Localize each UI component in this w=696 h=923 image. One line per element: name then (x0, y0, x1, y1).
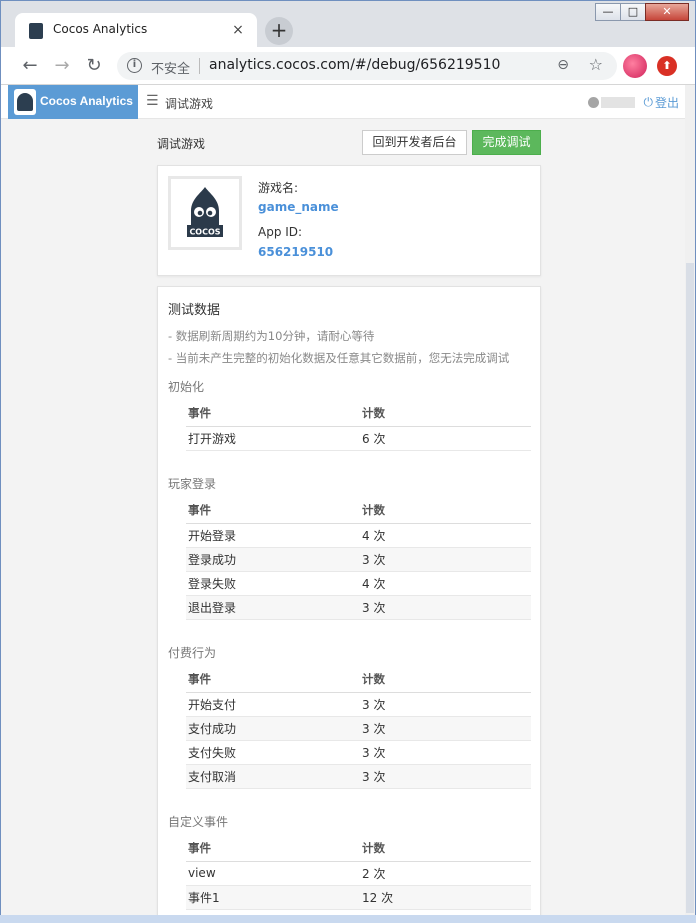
user-area: ⏻ 登出 (588, 94, 679, 111)
extension-icon[interactable]: ⬆ (657, 56, 677, 76)
new-tab-button[interactable]: + (265, 17, 293, 45)
window-controls: — □ ✕ (595, 3, 689, 21)
table-login: 事件 计数 开始登录 4 次 登录成功 3 次 登录失败 4 次 退出登录 3 次 (186, 497, 531, 620)
table-payment: 事件 计数 开始支付 3 次 支付成功 3 次 支付失败 3 次 支付取消 3 次 (186, 666, 531, 789)
requirement-note: - 当前未产生完整的初始化数据及任意其它数据前，您无法完成调试 (168, 351, 510, 365)
profile-avatar[interactable] (623, 54, 647, 78)
tab-strip: Cocos Analytics × + — □ ✕ (1, 1, 695, 47)
table-row: 打开游戏 6 次 (186, 426, 531, 451)
cocos-favicon-icon (29, 23, 43, 39)
cocos-logo-icon (14, 89, 36, 115)
group-title-payment: 付费行为 (168, 646, 217, 660)
col-count: 计数 (360, 666, 531, 693)
menu-icon[interactable]: ☰ (146, 93, 159, 109)
app-id-label: App ID: (258, 225, 303, 239)
col-event: 事件 (186, 400, 360, 427)
back-arrow-icon[interactable]: ← (19, 55, 41, 77)
table-row: 支付成功 3 次 (186, 716, 531, 741)
address-bar[interactable]: i 不安全 analytics.cocos.com/#/debug/656219… (117, 52, 617, 80)
forward-arrow-icon[interactable]: → (51, 55, 73, 77)
app-header: Cocos Analytics ☰ 调试游戏 ⏻ 登出 (1, 85, 685, 119)
logout-link[interactable]: 登出 (655, 94, 679, 111)
zoom-icon[interactable]: ⊖ (557, 57, 569, 73)
brand-logo-block[interactable]: Cocos Analytics (8, 85, 138, 119)
url-text[interactable]: analytics.cocos.com/#/debug/656219510 (209, 57, 500, 73)
brand-name: Cocos Analytics (40, 94, 133, 108)
page-title: 调试游戏 (157, 137, 206, 151)
page-scrollbar[interactable] (685, 85, 695, 915)
table-row: 开始支付 3 次 (186, 692, 531, 717)
maximize-button[interactable]: □ (620, 3, 646, 21)
col-event: 事件 (186, 666, 360, 693)
back-to-dashboard-button[interactable]: 回到开发者后台 (362, 130, 467, 155)
col-count: 计数 (360, 400, 531, 427)
table-row: 开始登录 4 次 (186, 523, 531, 548)
app-id-value: 656219510 (258, 245, 334, 259)
col-count: 计数 (360, 835, 531, 862)
game-icon: COCOS (168, 176, 242, 250)
table-row: view 2 次 (186, 861, 531, 886)
tab-title: Cocos Analytics (53, 22, 148, 36)
table-row: 支付取消 3 次 (186, 764, 531, 789)
window-bottom-border (0, 915, 696, 923)
username-redacted (601, 97, 636, 108)
scrollbar-thumb[interactable] (686, 263, 694, 913)
close-window-button[interactable]: ✕ (645, 3, 689, 21)
group-title-login: 玩家登录 (168, 477, 217, 491)
table-custom: 事件 计数 view 2 次 事件1 12 次 (186, 835, 531, 910)
table-row: 退出登录 3 次 (186, 595, 531, 620)
group-title-init: 初始化 (168, 380, 205, 394)
close-tab-icon[interactable]: × (229, 21, 247, 39)
game-name-label: 游戏名: (258, 181, 299, 195)
table-row: 登录失败 4 次 (186, 571, 531, 596)
omnibox-divider (199, 58, 200, 74)
table-row: 登录成功 3 次 (186, 547, 531, 572)
minimize-button[interactable]: — (595, 3, 621, 21)
bookmark-star-icon[interactable]: ☆ (589, 55, 603, 74)
table-row: 支付失败 3 次 (186, 740, 531, 765)
test-data-title: 测试数据 (168, 303, 221, 318)
refresh-note: - 数据刷新周期约为10分钟，请耐心等待 (168, 329, 375, 343)
test-data-card: 测试数据 - 数据刷新周期约为10分钟，请耐心等待 - 当前未产生完整的初始化数… (157, 286, 541, 915)
user-icon (588, 97, 600, 108)
col-count: 计数 (360, 497, 531, 524)
insecure-label: 不安全 (151, 62, 191, 77)
game-name-value: game_name (258, 200, 339, 214)
group-title-custom: 自定义事件 (168, 815, 229, 829)
col-event: 事件 (186, 835, 360, 862)
reload-icon[interactable]: ↻ (83, 55, 105, 77)
site-info-icon[interactable]: i (127, 58, 142, 73)
power-icon[interactable]: ⏻ (643, 95, 653, 110)
game-info-card: COCOS 游戏名: game_name App ID: 656219510 (157, 165, 541, 276)
browser-toolbar: ← → ↻ i 不安全 analytics.cocos.com/#/debug/… (1, 47, 695, 85)
table-row: 事件1 12 次 (186, 885, 531, 910)
finish-debug-button[interactable]: 完成调试 (472, 130, 541, 155)
breadcrumb: 调试游戏 (165, 97, 214, 111)
col-event: 事件 (186, 497, 360, 524)
page-viewport: Cocos Analytics ☰ 调试游戏 ⏻ 登出 调试游戏 回到开发者后台… (1, 85, 685, 915)
page-header: 调试游戏 回到开发者后台 完成调试 (157, 127, 541, 157)
cocos-mascot-icon: COCOS (187, 187, 223, 237)
browser-tab[interactable]: Cocos Analytics × (15, 13, 257, 47)
table-init: 事件 计数 打开游戏 6 次 (186, 400, 531, 451)
svg-text:COCOS: COCOS (189, 228, 220, 237)
